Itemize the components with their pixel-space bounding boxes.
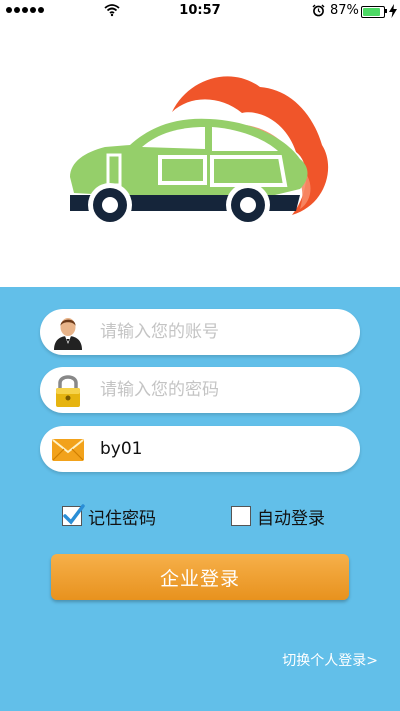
battery-tip (385, 9, 387, 13)
remember-password-checkbox[interactable] (62, 504, 85, 526)
remember-password-label: 记住密码 (88, 508, 156, 529)
charging-icon (389, 4, 397, 18)
status-bar: 10:57 87% (0, 0, 400, 22)
enterprise-code-input[interactable] (100, 434, 345, 464)
remember-password-option[interactable]: 记住密码 (62, 504, 156, 529)
user-avatar-icon (54, 318, 82, 350)
account-input[interactable] (100, 317, 345, 347)
battery-percent: 87% (330, 3, 359, 18)
account-field[interactable] (40, 309, 360, 355)
enterprise-login-button[interactable]: 企业登录 (51, 554, 349, 600)
battery-level-fill (363, 8, 380, 16)
lock-icon (56, 375, 80, 407)
checkmark-icon (63, 504, 85, 525)
auto-login-label: 自动登录 (257, 508, 325, 529)
auto-login-option[interactable]: 自动登录 (231, 505, 325, 529)
alarm-icon (312, 4, 325, 17)
logo-area (0, 22, 400, 287)
switch-personal-login-link[interactable]: 切换个人登录> (282, 650, 378, 670)
envelope-icon (52, 439, 84, 461)
password-input[interactable] (100, 375, 345, 405)
password-field[interactable] (40, 367, 360, 413)
auto-login-checkbox[interactable] (231, 506, 251, 526)
car-cloud-logo (70, 76, 329, 227)
enterprise-code-field[interactable] (40, 426, 360, 472)
battery-icon (361, 6, 385, 18)
